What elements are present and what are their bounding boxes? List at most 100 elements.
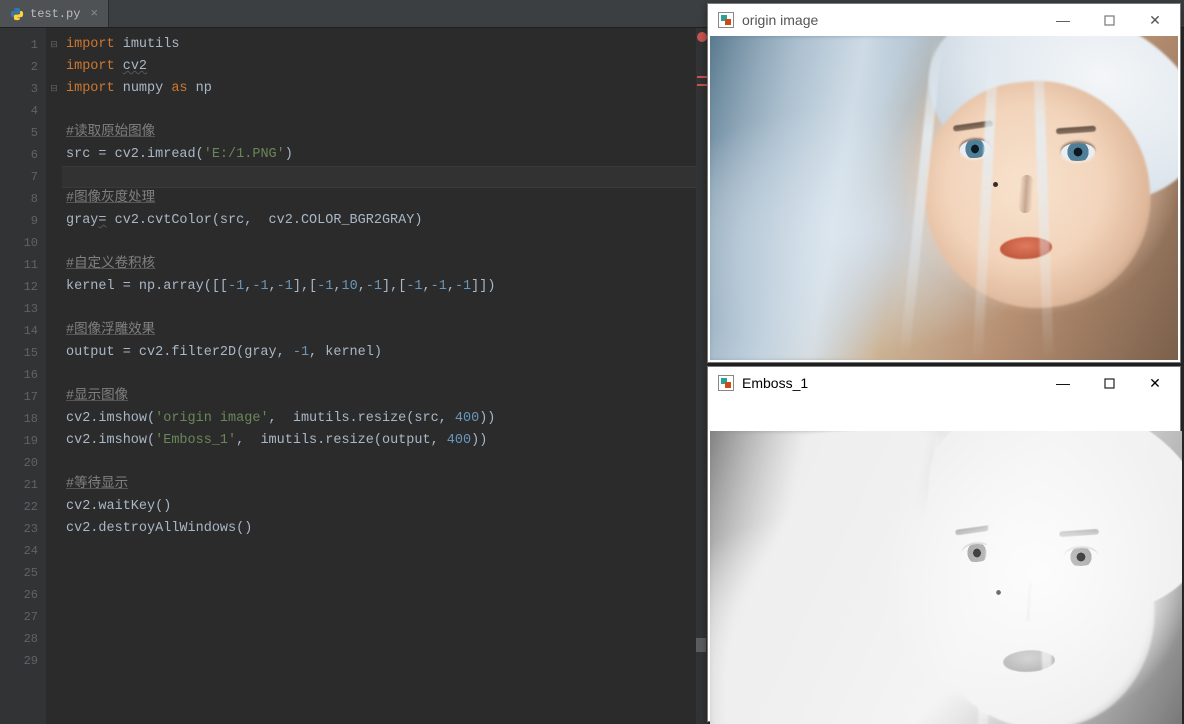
image-canvas (710, 36, 1178, 360)
code-line[interactable]: #自定义卷积核 (66, 254, 708, 276)
code-line[interactable] (66, 100, 708, 122)
fold-toggle (46, 364, 62, 386)
code-line[interactable]: gray= cv2.cvtColor(src, cv2.COLOR_BGR2GR… (66, 210, 708, 232)
minimize-button[interactable]: — (1040, 4, 1086, 36)
line-number: 1 (0, 34, 38, 56)
code-line[interactable] (66, 364, 708, 386)
code-line[interactable] (66, 298, 708, 320)
code-line[interactable]: kernel = np.array([[-1,-1,-1],[-1,10,-1]… (66, 276, 708, 298)
titlebar[interactable]: Emboss_1 — ✕ (708, 367, 1180, 399)
line-number: 5 (0, 122, 38, 144)
line-number: 20 (0, 452, 38, 474)
line-number: 7 (0, 166, 38, 188)
line-number: 22 (0, 496, 38, 518)
code-line[interactable]: #图像灰度处理 (66, 188, 708, 210)
code-line[interactable] (66, 452, 708, 474)
line-number: 10 (0, 232, 38, 254)
fold-toggle (46, 584, 62, 606)
code-line[interactable]: #显示图像 (66, 386, 708, 408)
fold-toggle (46, 232, 62, 254)
fold-toggle (46, 430, 62, 452)
code-line[interactable] (66, 650, 708, 672)
code-line[interactable]: import cv2 (66, 56, 708, 78)
window-emboss: Emboss_1 — ✕ https://blog.csdn.net/IT_ch… (707, 366, 1181, 722)
window-title: Emboss_1 (742, 375, 1040, 391)
code-line[interactable] (66, 584, 708, 606)
minimize-button[interactable]: — (1040, 367, 1086, 399)
line-number: 2 (0, 56, 38, 78)
fold-toggle (46, 166, 62, 188)
fold-toggle (46, 254, 62, 276)
fold-toggle (46, 452, 62, 474)
close-button[interactable]: ✕ (1132, 4, 1178, 36)
fold-toggle (46, 650, 62, 672)
maximize-button[interactable] (1086, 4, 1132, 36)
window-origin-image: origin image — ✕ (707, 3, 1181, 363)
fold-toggle (46, 100, 62, 122)
code-line[interactable]: cv2.destroyAllWindows() (66, 518, 708, 540)
line-number: 11 (0, 254, 38, 276)
tab-close-icon[interactable]: × (90, 6, 98, 21)
python-file-icon (10, 7, 24, 21)
line-number: 29 (0, 650, 38, 672)
line-number: 19 (0, 430, 38, 452)
maximize-button[interactable] (1086, 367, 1132, 399)
line-number: 9 (0, 210, 38, 232)
code-line[interactable]: output = cv2.filter2D(gray, -1, kernel) (66, 342, 708, 364)
line-number: 16 (0, 364, 38, 386)
opencv-app-icon (718, 375, 734, 391)
line-number: 12 (0, 276, 38, 298)
fold-toggle (46, 562, 62, 584)
fold-toggle (46, 320, 62, 342)
code-area[interactable]: import imutilsimport cv2import numpy as … (62, 28, 708, 724)
line-number: 23 (0, 518, 38, 540)
line-number: 3 (0, 78, 38, 100)
code-line[interactable]: cv2.imshow('origin image', imutils.resiz… (66, 408, 708, 430)
code-line[interactable]: import imutils (66, 34, 708, 56)
close-button[interactable]: ✕ (1132, 367, 1178, 399)
image-canvas: https://blog.csdn.net/IT_charge (710, 431, 1182, 724)
fold-toggle (46, 386, 62, 408)
code-line[interactable] (66, 540, 708, 562)
code-line[interactable] (66, 232, 708, 254)
code-line[interactable]: import numpy as np (66, 78, 708, 100)
line-number: 27 (0, 606, 38, 628)
fold-toggle (46, 518, 62, 540)
line-number: 28 (0, 628, 38, 650)
titlebar[interactable]: origin image — ✕ (708, 4, 1180, 36)
fold-toggle (46, 276, 62, 298)
line-number: 21 (0, 474, 38, 496)
code-line[interactable]: cv2.waitKey() (66, 496, 708, 518)
line-number: 8 (0, 188, 38, 210)
fold-toggle (46, 474, 62, 496)
line-number: 13 (0, 298, 38, 320)
code-editor[interactable]: 1234567891011121314151617181920212223242… (0, 28, 708, 724)
fold-toggle (46, 188, 62, 210)
line-number: 4 (0, 100, 38, 122)
code-line[interactable] (66, 562, 708, 584)
line-number: 24 (0, 540, 38, 562)
line-number: 25 (0, 562, 38, 584)
code-line[interactable]: cv2.imshow('Emboss_1', imutils.resize(ou… (66, 430, 708, 452)
line-number: 26 (0, 584, 38, 606)
code-line[interactable] (66, 166, 708, 188)
tab-filename: test.py (30, 7, 80, 21)
opencv-app-icon (718, 12, 734, 28)
code-line[interactable] (66, 606, 708, 628)
fold-toggle (46, 298, 62, 320)
fold-toggle[interactable]: ⊟ (46, 78, 62, 100)
fold-toggle (46, 342, 62, 364)
line-number: 15 (0, 342, 38, 364)
line-number: 14 (0, 320, 38, 342)
line-number: 17 (0, 386, 38, 408)
fold-toggle (46, 408, 62, 430)
fold-toggle (46, 628, 62, 650)
code-line[interactable]: #等待显示 (66, 474, 708, 496)
fold-toggle[interactable]: ⊟ (46, 34, 62, 56)
code-line[interactable] (66, 628, 708, 650)
code-line[interactable]: #图像浮雕效果 (66, 320, 708, 342)
file-tab[interactable]: test.py × (0, 0, 109, 27)
code-line[interactable]: src = cv2.imread('E:/1.PNG') (66, 144, 708, 166)
code-line[interactable]: #读取原始图像 (66, 122, 708, 144)
fold-toggle (46, 56, 62, 78)
